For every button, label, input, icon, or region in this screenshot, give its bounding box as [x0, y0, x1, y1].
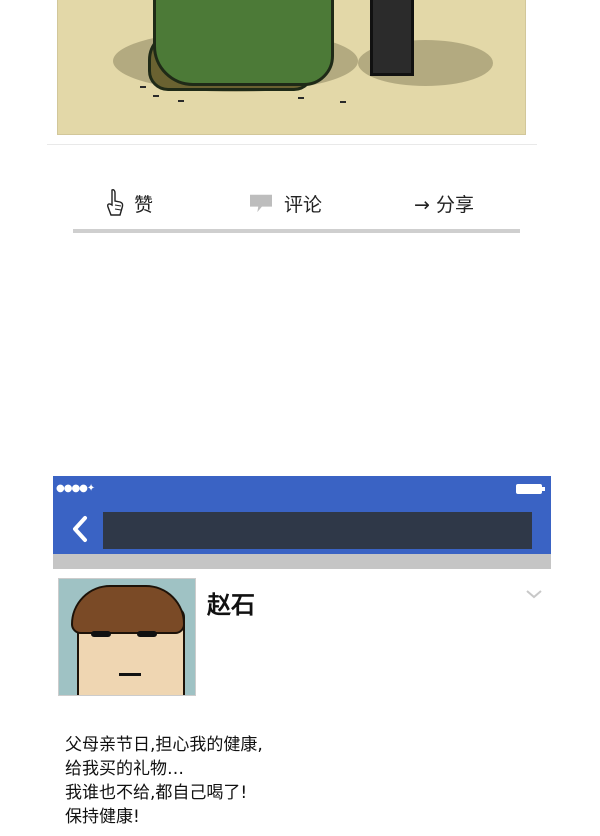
profile-card: 赵石: [53, 569, 551, 699]
ground-mark: [140, 86, 146, 88]
ground-mark: [298, 97, 304, 99]
like-button[interactable]: 赞: [106, 188, 153, 218]
share-label: → 分享: [414, 193, 474, 216]
ground-mark: [178, 100, 184, 102]
sitting-figure: [153, 0, 334, 86]
post-line: 保持健康!: [65, 807, 140, 827]
title-bar: [103, 512, 532, 549]
avatar[interactable]: [58, 578, 196, 696]
comment-bubble-icon: [250, 194, 272, 213]
post-line: 给我买的礼物…: [65, 759, 184, 779]
comment-button[interactable]: 评论: [248, 188, 322, 218]
hand-point-icon: [107, 189, 124, 216]
share-button[interactable]: → 分享: [414, 188, 474, 218]
profile-name[interactable]: 赵石: [207, 585, 255, 620]
divider: [47, 144, 537, 145]
post-line: 父母亲节日,担心我的健康,: [65, 735, 263, 755]
separator-bar: [73, 229, 520, 233]
gray-band: [53, 554, 551, 569]
status-bar: ●●●●✦: [53, 476, 551, 502]
avatar-hair: [71, 585, 185, 634]
battery-icon: [516, 484, 545, 494]
post-text: 父母亲节日,担心我的健康, 给我买的礼物… 我谁也不给,都自己喝了! 保持健康!: [65, 733, 263, 829]
like-label: 赞: [134, 193, 154, 216]
standing-figure: [370, 0, 414, 76]
comic-panel: [57, 0, 526, 135]
post-line: 我谁也不给,都自己喝了!: [65, 783, 248, 803]
ground-mark: [153, 95, 159, 97]
avatar-eye: [91, 631, 111, 637]
signal-icon: ●●●●✦: [56, 483, 95, 494]
avatar-mouth: [119, 673, 141, 676]
back-arrow-icon[interactable]: [67, 512, 93, 546]
ground-mark: [340, 101, 346, 103]
chevron-down-icon[interactable]: [525, 587, 543, 601]
comment-label: 评论: [284, 193, 323, 216]
avatar-eye: [137, 631, 157, 637]
app-header: ●●●●✦: [53, 476, 551, 554]
